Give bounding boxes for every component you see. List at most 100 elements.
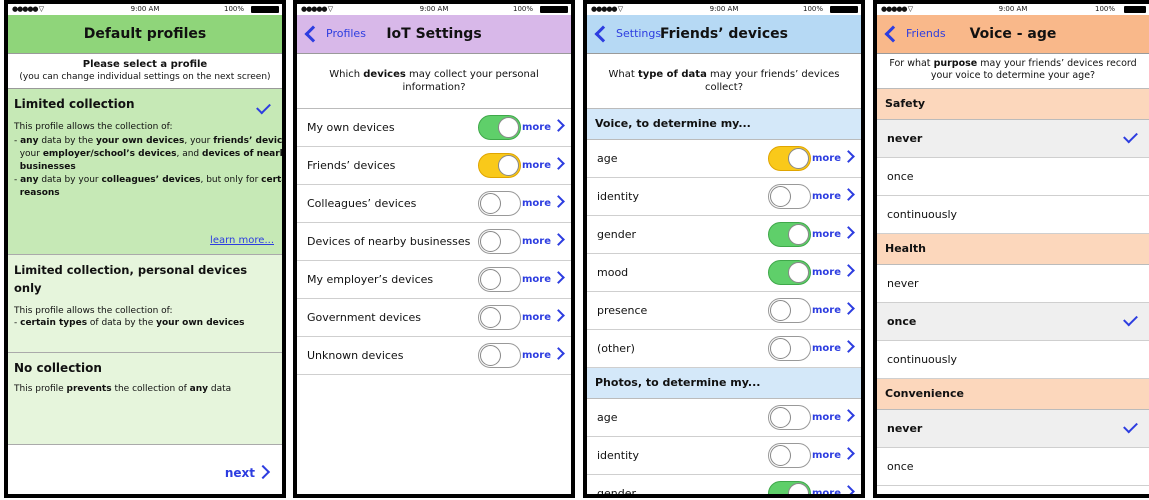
option-label: never [887,422,923,435]
row-label: Colleagues’ devices [307,197,417,210]
toggle-switch[interactable] [768,443,811,468]
more-button[interactable]: more [811,140,855,177]
profile-desc-intro: This profile allows the collection of: [14,122,173,132]
question-bold: devices [363,69,406,80]
toggle-switch[interactable] [768,146,811,171]
data-type-list: Voice, to determine my... age more identity… [587,109,861,494]
more-label: more [811,153,841,164]
profile-title: Limited collection, personal devices onl… [14,263,248,295]
checkmark-icon [1123,128,1138,144]
nav-bar: Friends Voice - age [877,15,1149,54]
desc-bold: colleagues’ devices [101,175,201,185]
more-button[interactable]: more [522,299,565,336]
chevron-right-icon [842,226,855,239]
section-header: Convenience [877,379,1149,410]
more-button[interactable]: more [522,109,565,146]
toggle-switch[interactable] [478,229,521,254]
question-bold: type of data [637,69,707,80]
profile-option-none[interactable]: No collection This profile prevents the … [8,353,282,445]
toggle-switch[interactable] [768,481,811,494]
section-header: Photos, to determine my... [587,368,861,399]
more-button[interactable]: more [522,147,565,184]
toggle-switch[interactable] [768,405,811,430]
toggle-switch[interactable] [768,222,811,247]
toggle-switch[interactable] [478,305,521,330]
phone-default-profiles: ●●●●● ▽ 9:00 AM 100% Default profiles Pl… [4,0,286,498]
desc-bold: certain types [20,318,88,328]
more-button[interactable]: more [522,185,565,222]
toggle-switch[interactable] [768,336,811,361]
more-button[interactable]: more [812,254,855,291]
learn-more-link[interactable]: learn more... [210,235,274,246]
toggle-switch[interactable] [768,298,811,323]
purpose-option[interactable]: never [877,410,1149,448]
row-label: My employer’s devices [307,273,434,286]
chevron-right-icon [842,485,855,494]
option-label: once [887,170,914,183]
more-button[interactable]: more [811,399,855,436]
toggle-switch[interactable] [768,260,811,285]
toggle-switch[interactable] [478,267,521,292]
chevron-right-icon [255,464,271,480]
toggle-switch[interactable] [478,343,521,368]
setting-row: Colleagues’ devices more [297,185,571,223]
battery-icon [830,6,858,13]
next-label: next [224,466,255,480]
desc-bold: any [189,384,209,394]
more-button[interactable]: more [522,223,565,260]
toggle-switch[interactable] [478,153,521,178]
status-bar: ●●●●● ▽ 9:00 AM 100% [8,4,282,15]
more-button[interactable]: more [812,475,855,494]
profile-title: Limited collection [14,97,135,111]
toggle-knob [480,269,501,290]
chevron-right-icon [552,233,565,246]
chevron-right-icon [552,347,565,360]
more-button[interactable]: more [522,337,565,374]
more-button[interactable]: more [811,292,855,329]
section-header: Health [877,234,1149,265]
more-button[interactable]: more [812,178,855,215]
purpose-option[interactable]: once [877,448,1149,486]
profile-option-personal[interactable]: Limited collection, personal devices onl… [8,255,282,353]
desc-bold: devices of nearby [202,149,286,159]
profile-option-limited[interactable]: Limited collection This profile allows t… [8,89,282,255]
purpose-option[interactable]: never [877,265,1149,303]
setting-row: mood more [587,254,861,292]
more-label: more [811,305,841,316]
toggle-knob [770,338,791,359]
profile-desc-intro: This profile allows the collection of: [14,306,173,316]
purpose-option[interactable]: continuously [877,196,1149,234]
profile-intro: Please select a profile (you can change … [8,54,282,89]
desc-text: , but only for [200,175,262,185]
toggle-switch[interactable] [768,184,811,209]
more-button[interactable]: more [812,437,855,474]
purpose-option[interactable]: once [877,303,1149,341]
toggle-switch[interactable] [478,191,521,216]
more-label: more [811,412,841,423]
toggle-switch[interactable] [478,115,521,140]
more-button[interactable]: more [522,261,565,298]
desc-bold: prevents [66,384,112,394]
page-title: IoT Settings [386,26,482,42]
row-label: identity [597,449,639,462]
purpose-option[interactable]: once [877,158,1149,196]
toggle-knob [480,193,501,214]
row-label: age [597,152,618,165]
toggle-knob [480,231,501,252]
intro-title: Please select a profile [82,59,208,70]
purpose-option[interactable]: continuously [877,341,1149,379]
more-button[interactable]: more [812,330,855,367]
desc-line: businesses [14,161,276,174]
desc-line: - certain types of data by the your own … [14,317,276,330]
more-button[interactable]: more [812,216,855,253]
purpose-option[interactable]: never [877,120,1149,158]
chevron-right-icon [552,157,565,170]
desc-bold: your own devices [96,136,185,146]
battery-percent: 100% [512,5,533,13]
toggle-knob [498,155,519,176]
desc-line: - any data by the your own devices, your… [14,135,282,148]
next-button[interactable]: next [224,464,271,480]
chevron-right-icon [842,302,855,315]
battery-icon [251,6,279,13]
setting-row: (other) more [587,330,861,368]
